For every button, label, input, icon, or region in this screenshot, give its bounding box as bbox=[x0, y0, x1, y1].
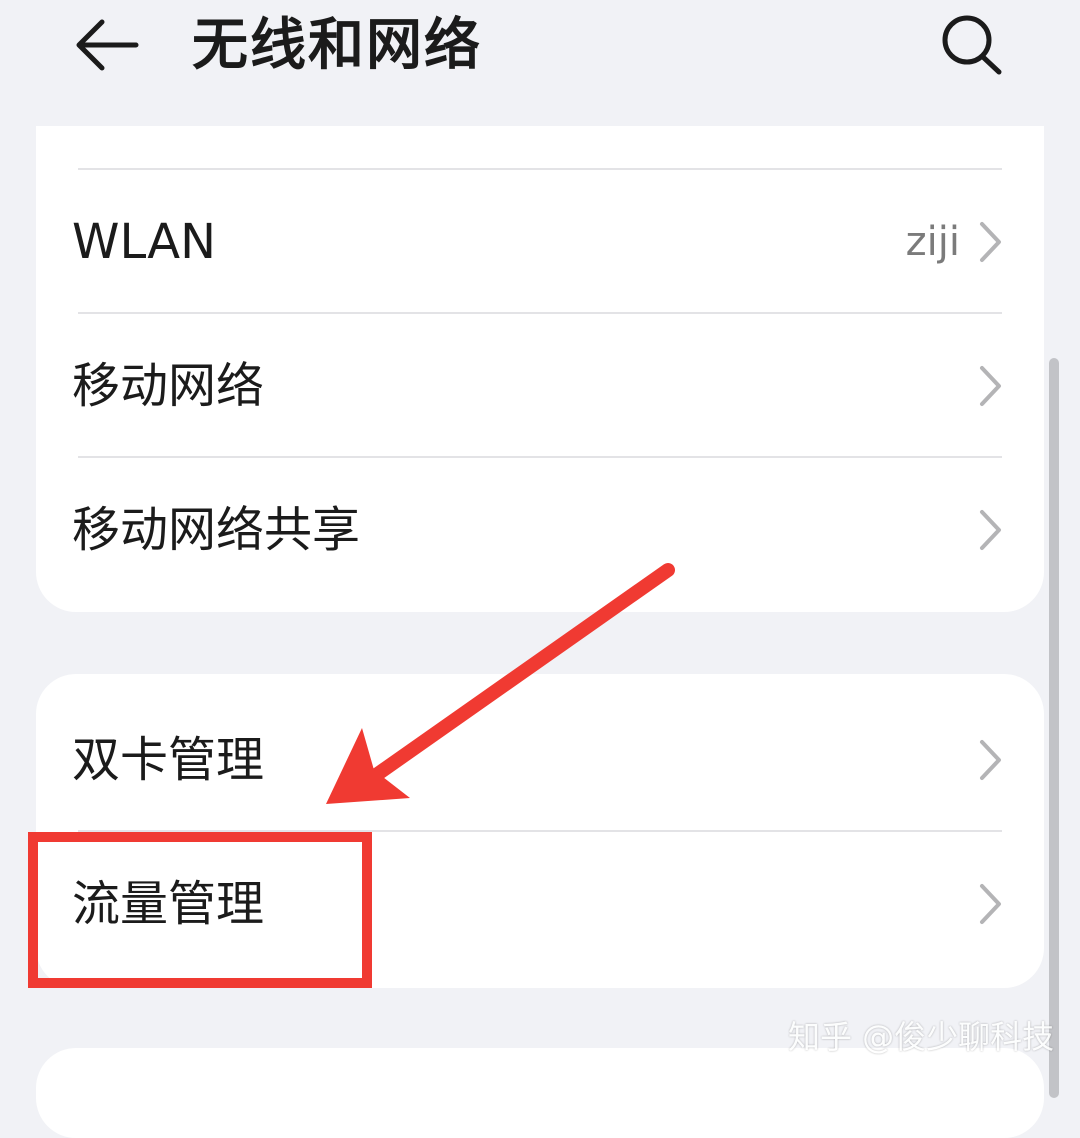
chevron-right-icon bbox=[980, 222, 1001, 262]
network-settings-card: WLAN ziji 移动网络 移动网络共享 bbox=[36, 126, 1044, 612]
wlan-network-name: ziji bbox=[905, 219, 960, 265]
menu-item-label: WLAN bbox=[72, 214, 217, 270]
page-title: 无线和网络 bbox=[192, 13, 482, 78]
chevron-right-icon bbox=[980, 510, 1001, 550]
menu-item-label: 移动网络 bbox=[72, 358, 265, 414]
chevron-right-icon bbox=[980, 884, 1001, 924]
next-settings-card bbox=[36, 1048, 1044, 1138]
menu-item-wlan[interactable]: WLAN ziji bbox=[36, 170, 1044, 314]
search-icon[interactable] bbox=[938, 12, 1004, 76]
title-bar: 无线和网络 bbox=[0, 0, 1080, 100]
chevron-right-icon bbox=[980, 740, 1001, 780]
menu-item-label: 移动网络共享 bbox=[72, 502, 361, 558]
menu-item-label: 双卡管理 bbox=[72, 732, 265, 788]
chevron-right-icon bbox=[980, 366, 1001, 406]
menu-item-dual-sim[interactable]: 双卡管理 bbox=[36, 688, 1044, 832]
menu-item-tethering[interactable]: 移动网络共享 bbox=[36, 458, 1044, 602]
back-arrow-icon[interactable] bbox=[72, 14, 140, 76]
menu-item-mobile-network[interactable]: 移动网络 bbox=[36, 314, 1044, 458]
scrollbar[interactable] bbox=[1049, 358, 1059, 1098]
watermark: 知乎 @俊少聊科技 bbox=[788, 1018, 1055, 1056]
highlight-box bbox=[28, 832, 372, 988]
